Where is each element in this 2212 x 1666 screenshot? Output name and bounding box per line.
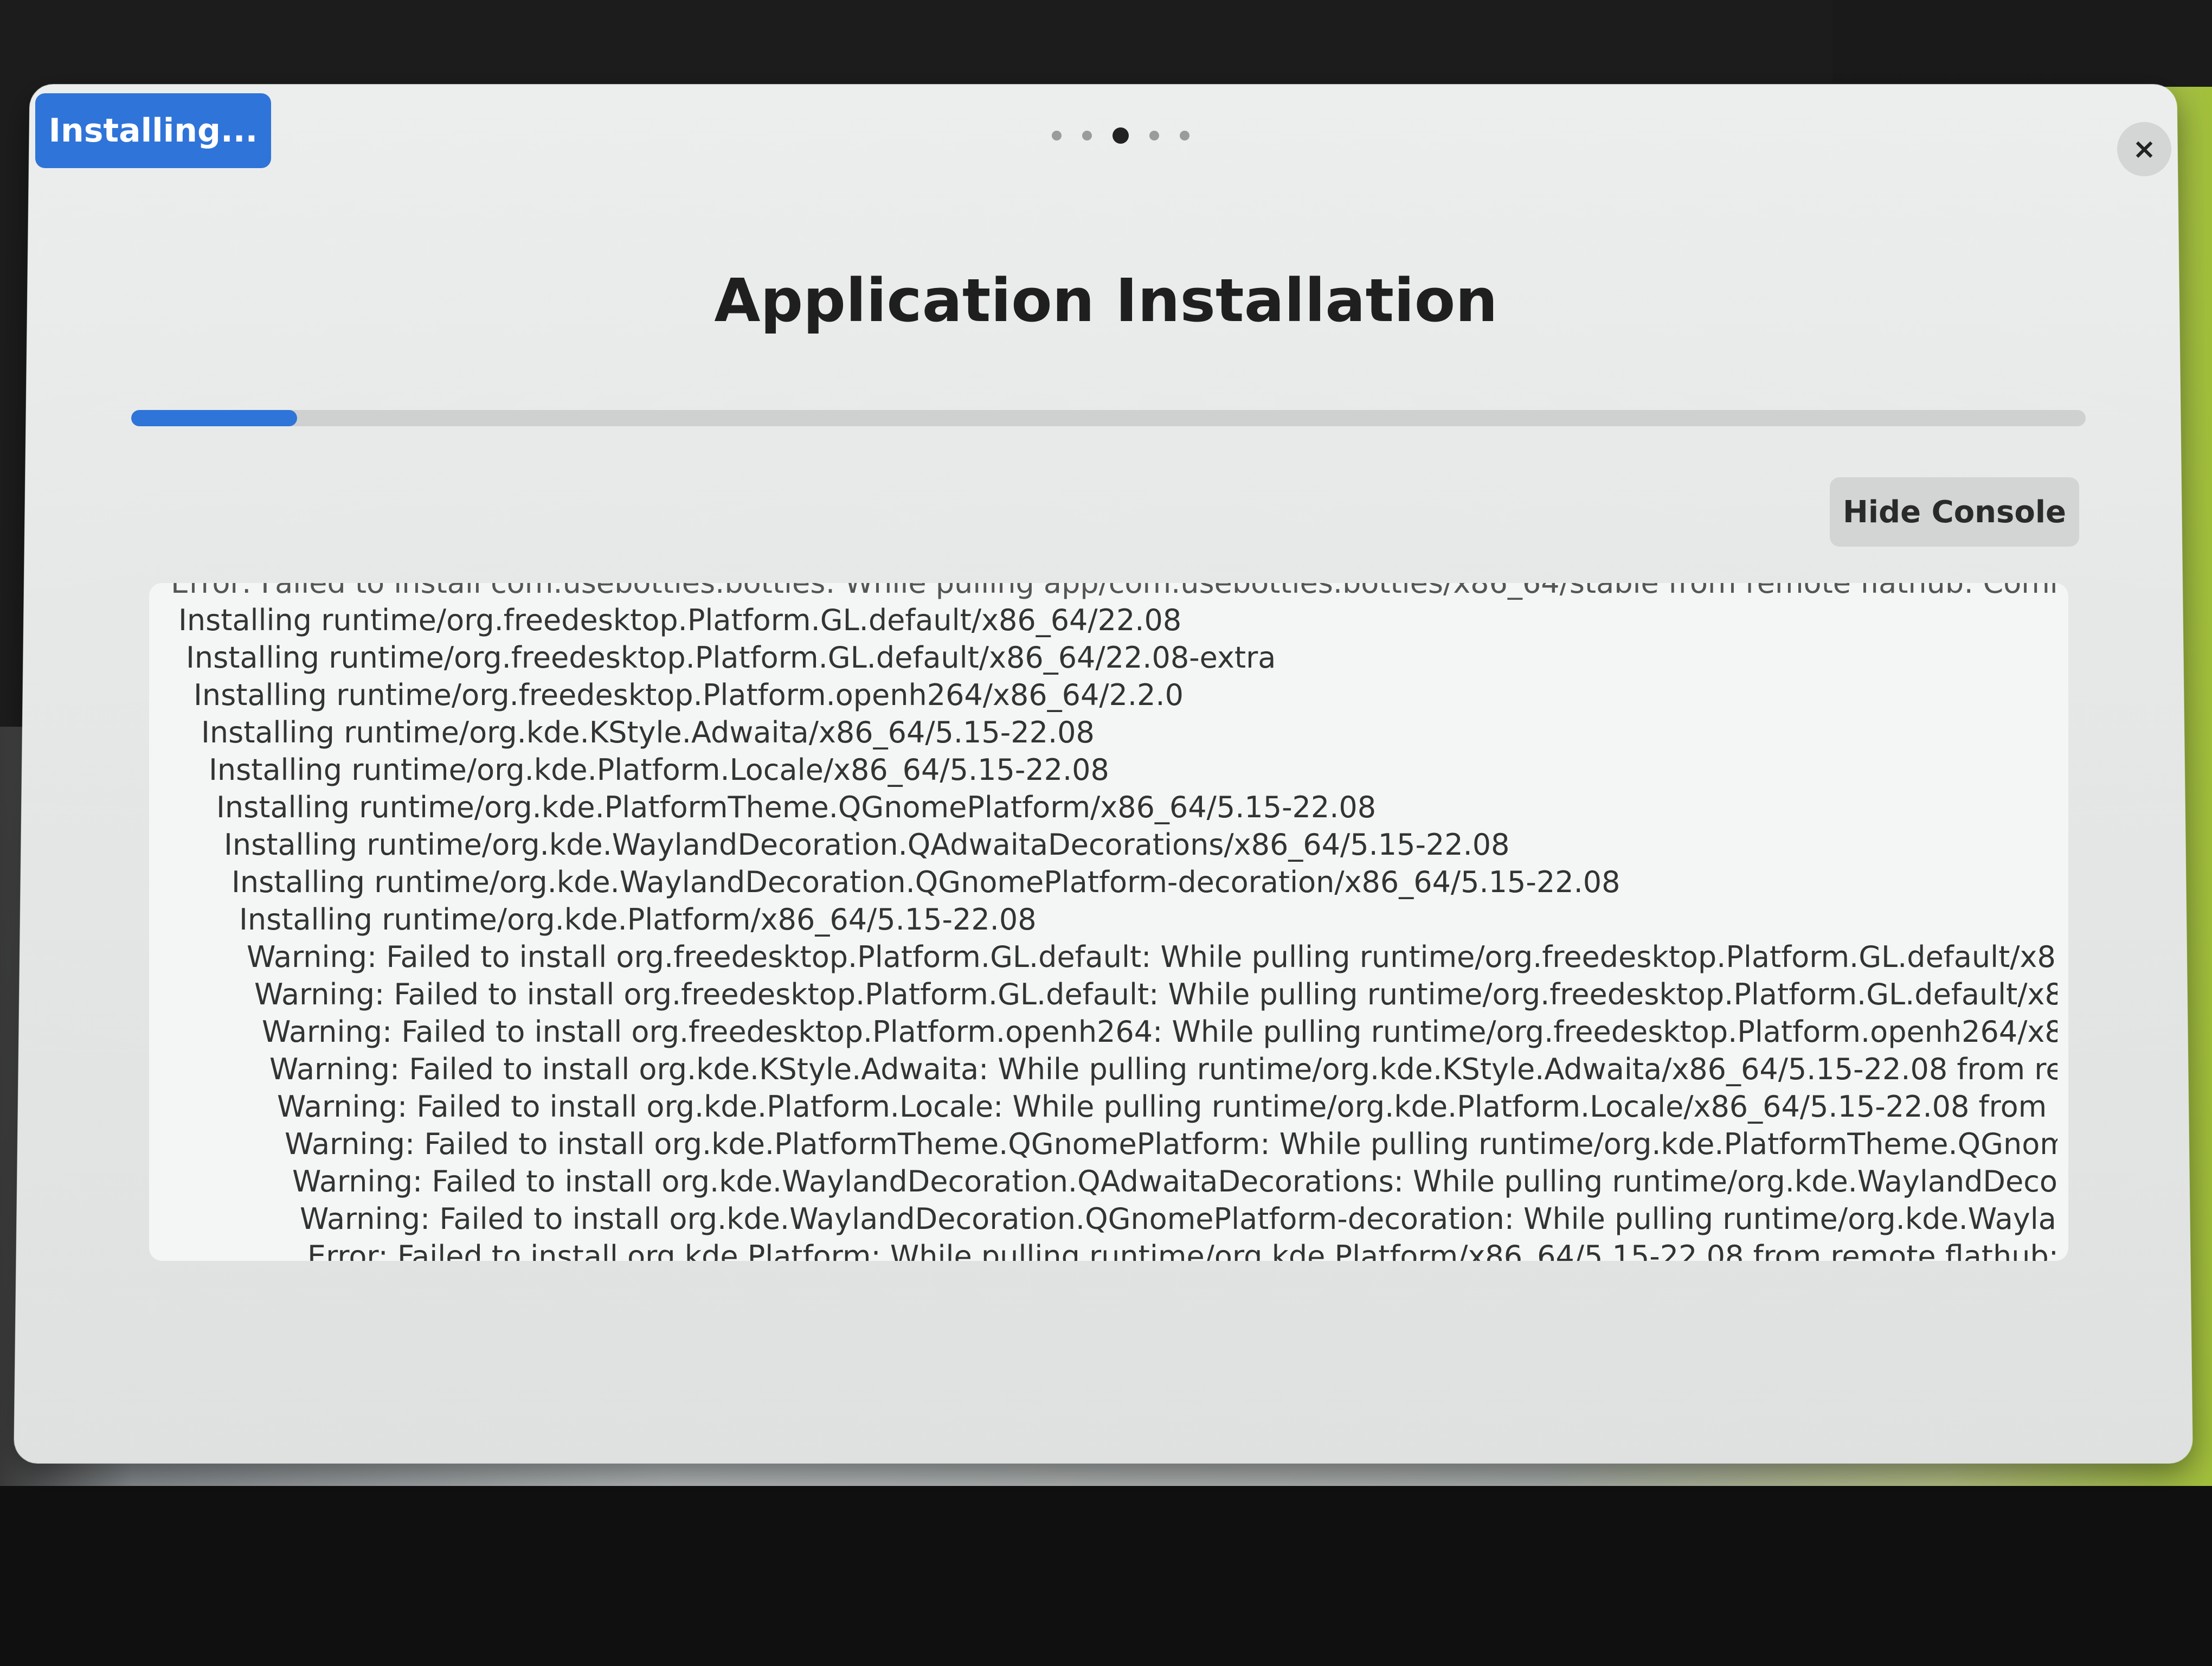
page-indicator [1052,127,1189,144]
console-line: Warning: Failed to install org.freedeskt… [254,977,2057,1011]
console-line: Installing runtime/org.kde.PlatformTheme… [216,790,1377,824]
console-output[interactable]: Error: Failed to install com.usebottles.… [149,583,2068,1261]
screen: Installing... × Application Installation… [0,0,2212,1666]
console-line: Warning: Failed to install org.freedeskt… [247,940,2057,974]
console-line: Warning: Failed to install org.kde.Wayla… [300,1202,2057,1236]
page-dot-5[interactable] [1180,131,1189,140]
close-icon: × [2132,133,2156,165]
console-line: Installing runtime/org.kde.WaylandDecora… [232,865,1621,899]
installing-status-button[interactable]: Installing... [35,93,271,168]
console-line: Installing runtime/org.freedesktop.Platf… [194,678,1184,712]
page-dot-1[interactable] [1052,131,1062,140]
console-line: Installing runtime/org.kde.WaylandDecora… [224,828,1510,862]
page-dot-2[interactable] [1082,131,1092,140]
console-line: Installing runtime/org.freedesktop.Platf… [186,640,1276,675]
close-button[interactable]: × [2117,122,2171,176]
page-dot-4[interactable] [1149,131,1159,140]
console-lines: Error: Failed to install com.usebottles.… [171,583,2057,1261]
console-line: Warning: Failed to install org.kde.Wayla… [292,1164,2057,1199]
console-line: Error: Failed to install com.usebottles.… [171,583,2057,601]
console-line: Warning: Failed to install org.kde.Platf… [277,1090,2057,1124]
page-dot-3-active[interactable] [1113,127,1129,144]
install-progress-bar [131,410,2086,426]
install-progress-fill [131,410,298,426]
hide-console-button[interactable]: Hide Console [1830,477,2079,547]
screen-bottom-bezel [0,1486,2212,1666]
console-line: Warning: Failed to install org.kde.KStyl… [269,1052,2057,1086]
console-line: Installing runtime/org.freedesktop.Platf… [178,603,1182,637]
console-line: Installing runtime/org.kde.Platform.Loca… [209,753,1109,787]
console-line: Error: Failed to install org.kde.Platfor… [307,1239,2057,1261]
console-line: Installing runtime/org.kde.Platform/x86_… [239,902,1037,937]
console-line: Warning: Failed to install org.kde.Platf… [285,1127,2057,1161]
console-line: Installing runtime/org.kde.KStyle.Adwait… [201,715,1095,749]
console-line: Warning: Failed to install org.freedeskt… [262,1015,2057,1049]
page-title: Application Installation [714,266,1498,335]
